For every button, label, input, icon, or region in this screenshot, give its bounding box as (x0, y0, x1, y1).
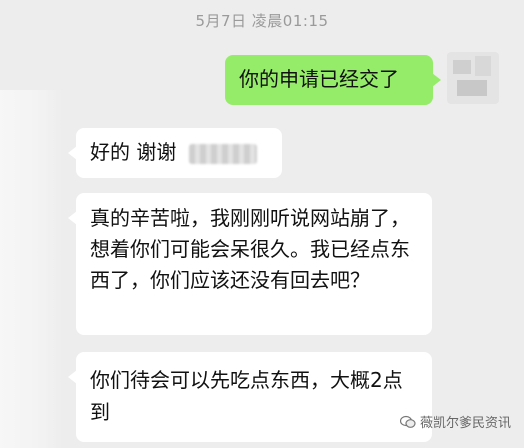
message-bubble-incoming[interactable]: 真的辛苦啦，我刚刚听说网站崩了，想着你们可能会呆很久。我已经点东西了，你们应该还… (68, 193, 432, 335)
message-bubble-outgoing[interactable]: 你的申请已经交了 (225, 55, 441, 105)
message-text: 真的辛苦啦，我刚刚听说网站崩了，想着你们可能会呆很久。我已经点东西了，你们应该还… (90, 206, 410, 292)
message-text: 你们待会可以先吃点东西，大概2点到 (90, 368, 403, 424)
wechat-icon (399, 415, 416, 429)
avatar-blurred (0, 90, 62, 448)
timestamp: 5月7日 凌晨01:15 (195, 12, 329, 30)
redacted-name (188, 143, 257, 164)
watermark: 薇凯尔爹民资讯 (399, 412, 512, 431)
message-bubble-incoming[interactable]: 你们待会可以先吃点东西，大概2点到 (68, 352, 432, 442)
watermark-text: 薇凯尔爹民资讯 (420, 416, 512, 431)
message-text: 好的 谢谢 (90, 140, 177, 164)
message-text: 你的申请已经交了 (239, 67, 399, 91)
avatar[interactable] (447, 52, 499, 104)
message-bubble-incoming[interactable]: 好的 谢谢 (68, 128, 282, 178)
